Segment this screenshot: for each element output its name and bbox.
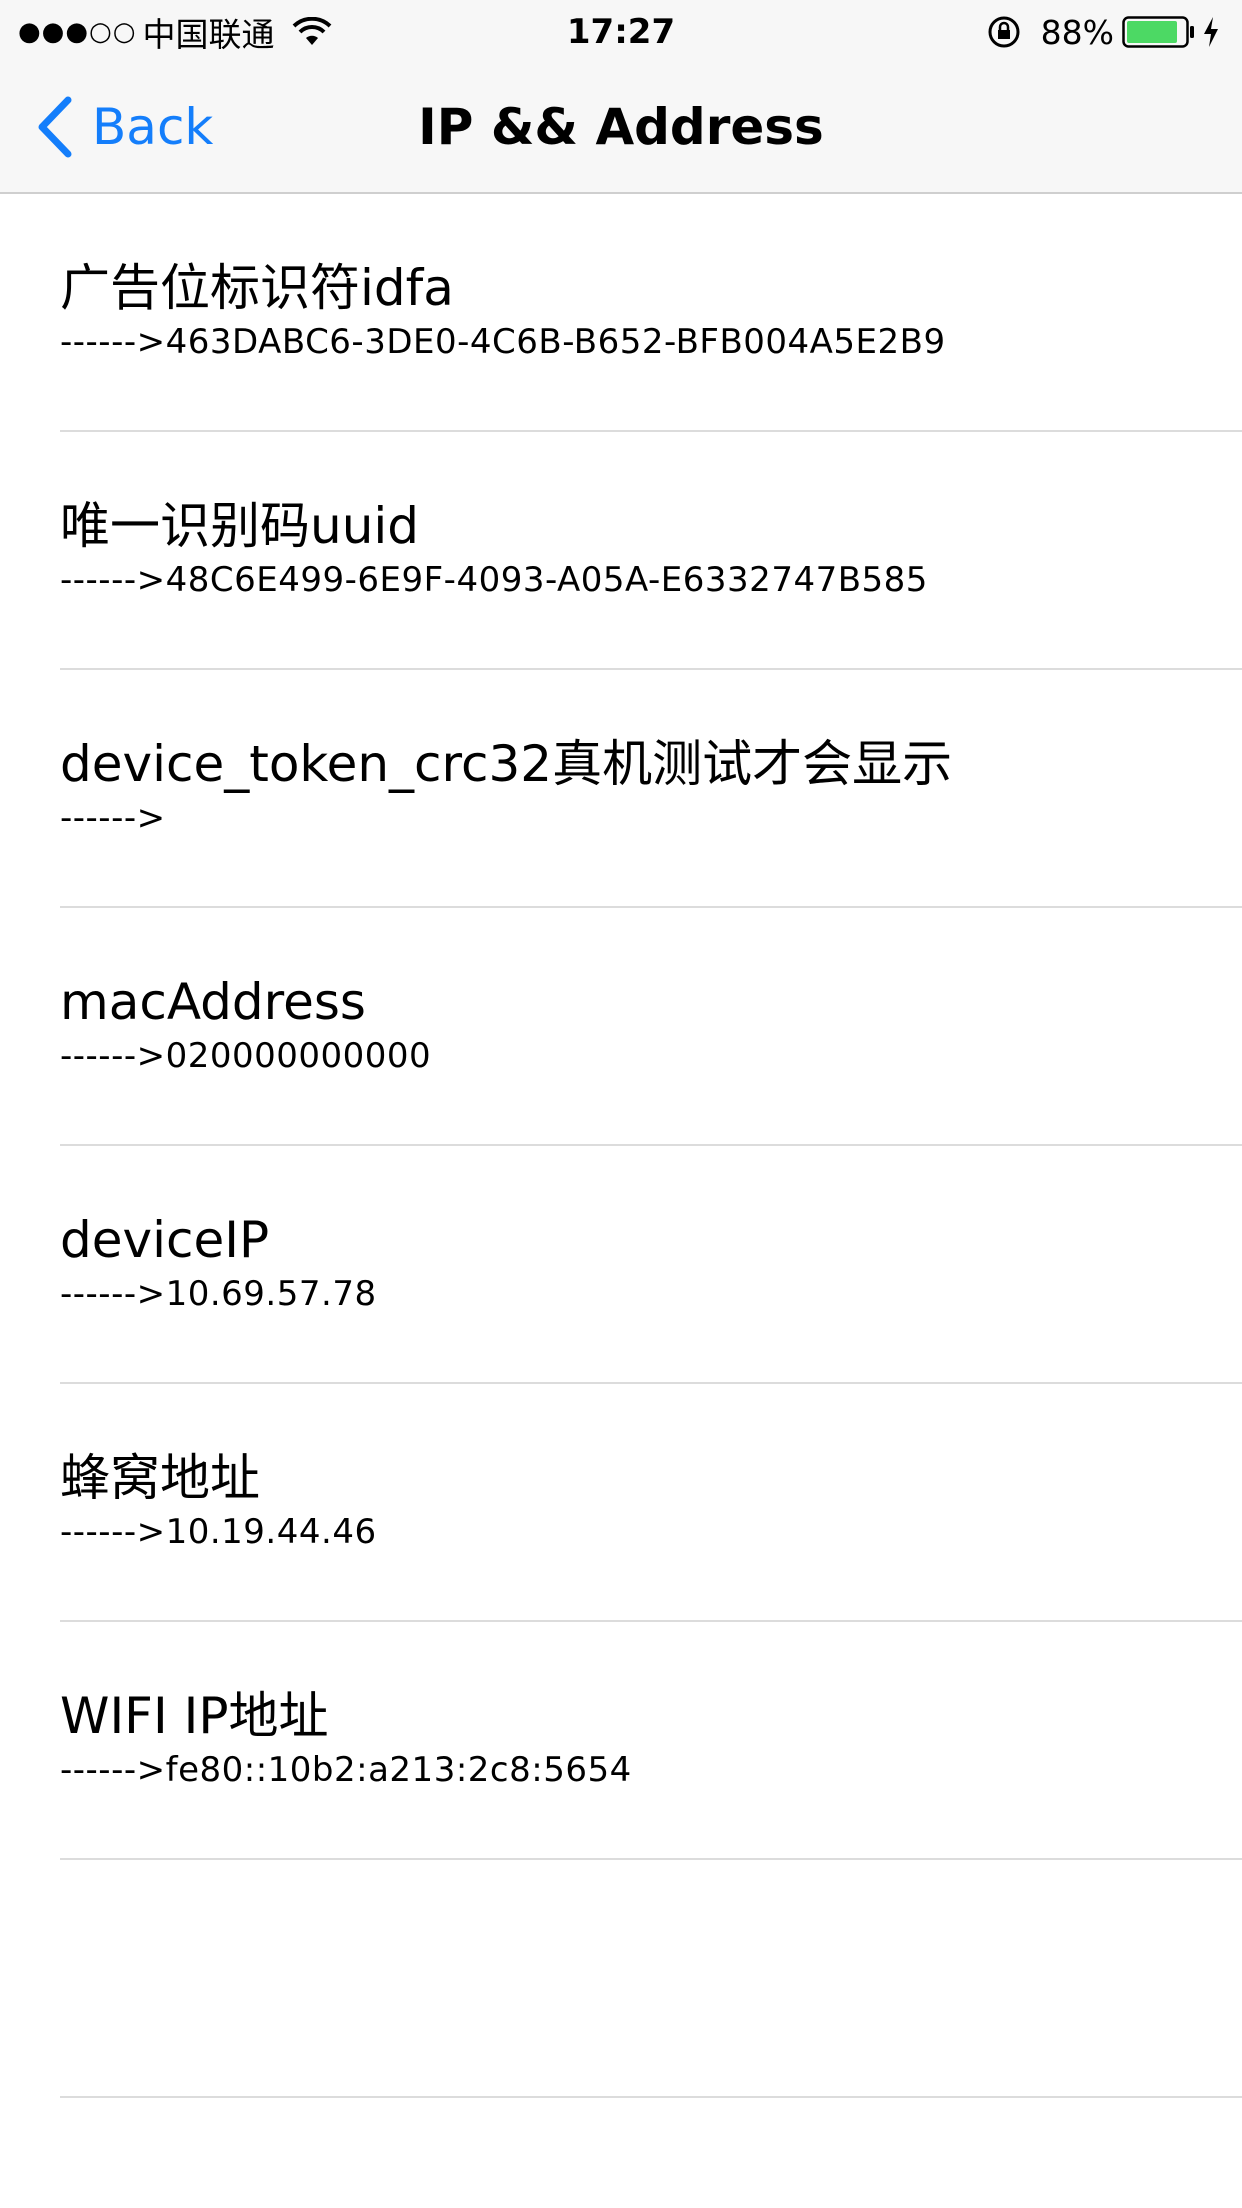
list-item-title: deviceIP <box>60 1211 270 1269</box>
list-item-title: 唯一识别码uuid <box>60 497 420 555</box>
list-item-title: 广告位标识符idfa <box>60 259 454 317</box>
status-bar: ●●●○○ 中国联通 17:27 88% <box>0 0 1242 60</box>
status-right: 88% <box>987 10 1220 54</box>
info-list: 广告位标识符idfa ------>463DABC6-3DE0-4C6B-B65… <box>0 194 1242 2098</box>
battery-level-fill <box>1127 21 1177 43</box>
list-item-title: 蜂窝地址 <box>60 1449 260 1507</box>
list-item[interactable]: macAddress ------>020000000000 <box>60 908 1242 1146</box>
list-item-title: macAddress <box>60 973 366 1031</box>
rotation-lock-icon <box>988 16 1020 48</box>
list-item[interactable]: deviceIP ------>10.69.57.78 <box>60 1146 1242 1384</box>
charging-bolt-icon <box>1204 17 1218 47</box>
list-item-value: ------>463DABC6-3DE0-4C6B-B652-BFB004A5E… <box>60 322 946 362</box>
list-item-value: ------>fe80::10b2:a213:2c8:5654 <box>60 1750 632 1790</box>
list-item-value: ------>020000000000 <box>60 1036 432 1076</box>
list-item[interactable]: device_token_crc32真机测试才会显示 ------> <box>60 670 1242 908</box>
list-item[interactable]: 蜂窝地址 ------>10.19.44.46 <box>60 1384 1242 1622</box>
page-title: IP && Address <box>418 98 824 156</box>
list-item-value: ------>10.69.57.78 <box>60 1274 377 1314</box>
battery-icon <box>1122 16 1194 48</box>
list-item[interactable]: 唯一识别码uuid ------>48C6E499-6E9F-4093-A05A… <box>60 432 1242 670</box>
navigation-bar: Back IP && Address <box>0 60 1242 194</box>
list-item[interactable]: 广告位标识符idfa ------>463DABC6-3DE0-4C6B-B65… <box>60 194 1242 432</box>
list-item[interactable]: WIFI IP地址 ------>fe80::10b2:a213:2c8:565… <box>60 1622 1242 1860</box>
list-item-title: device_token_crc32真机测试才会显示 <box>60 735 953 793</box>
list-item-value: ------>48C6E499-6E9F-4093-A05A-E6332747B… <box>60 560 928 600</box>
list-item-title: WIFI IP地址 <box>60 1687 329 1745</box>
list-item-value: ------>10.19.44.46 <box>60 1512 377 1552</box>
battery-percent: 88% <box>1040 12 1114 52</box>
list-item-value: ------> <box>60 798 166 838</box>
empty-list-item <box>60 1860 1242 2098</box>
